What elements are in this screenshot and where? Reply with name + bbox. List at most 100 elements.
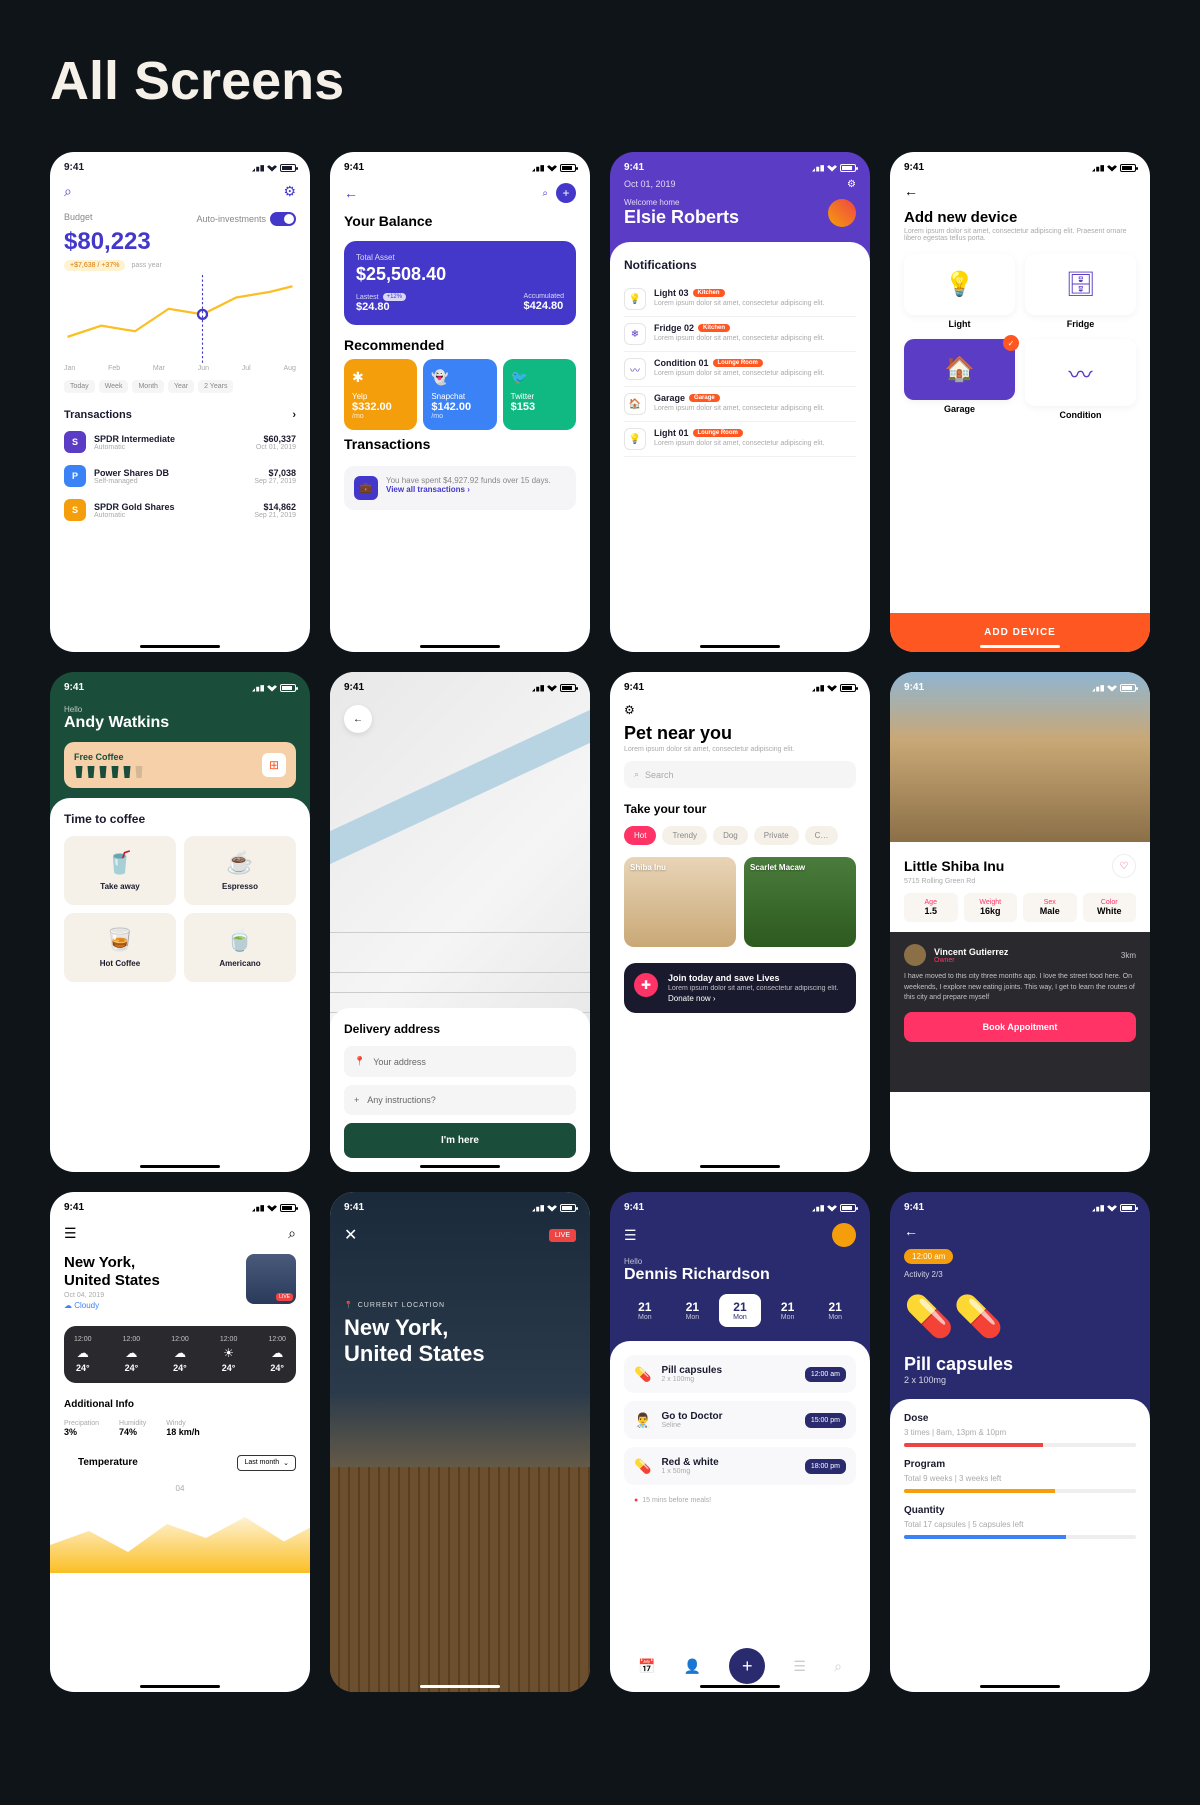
screen-pet-detail: 9:41 Little Shiba Inu♡ 5715 Rolling Gree… xyxy=(890,672,1150,1172)
chip-today[interactable]: Today xyxy=(64,380,95,393)
pet-card[interactable]: Scarlet Macaw xyxy=(744,857,856,947)
instructions-input[interactable]: +Any instructions? xyxy=(344,1085,576,1115)
city-thumbnail[interactable]: LIVE xyxy=(246,1254,296,1304)
hourly-forecast[interactable]: 12:00☁24°12:00☁24°12:00☁24°12:00☀24°12:0… xyxy=(64,1326,296,1383)
filter-tab[interactable]: Private xyxy=(754,826,799,845)
wallet-icon: 💼 xyxy=(354,476,378,500)
filter-tab[interactable]: Hot xyxy=(624,826,656,845)
coffee-card[interactable]: 🥃Hot Coffee xyxy=(64,913,176,982)
screen-balance: 9:41 ← ⌕+ Your Balance Total Asset $25,5… xyxy=(330,152,590,652)
chip-2years[interactable]: 2 Years xyxy=(198,380,233,393)
temperature-chart xyxy=(50,1503,310,1573)
transaction-row[interactable]: SSPDR Gold SharesAutomatic$14,862Sep 21,… xyxy=(50,493,310,527)
settings-icon[interactable]: ⚙ xyxy=(847,179,856,190)
recommendation-card[interactable]: 🐦Twitter$153 xyxy=(503,359,576,430)
day-selector[interactable]: 21Mon xyxy=(767,1294,809,1327)
coffee-card[interactable]: ☕Espresso xyxy=(184,836,296,905)
join-banner[interactable]: ✚ Join today and save LivesLorem ipsum d… xyxy=(624,963,856,1013)
close-icon[interactable]: ✕ xyxy=(344,1225,357,1245)
promo-card[interactable]: Free Coffee ⊞ xyxy=(64,742,296,788)
filter-tab[interactable]: Dog xyxy=(713,826,748,845)
menu-icon[interactable]: ☰ xyxy=(64,1225,77,1242)
view-all-link[interactable]: View all transactions › xyxy=(386,485,551,494)
day-selector[interactable]: 21Mon xyxy=(814,1294,856,1327)
device-card[interactable]: 〰 xyxy=(1025,339,1136,406)
screen-medical: 9:41 ☰ Hello Dennis Richardson 21Mon21Mo… xyxy=(610,1192,870,1692)
back-icon[interactable]: ← xyxy=(344,185,358,201)
device-card[interactable]: 🗄 xyxy=(1025,254,1136,315)
metric-row: QuantityTotal 17 capsules | 5 capsules l… xyxy=(904,1505,1136,1539)
donate-link[interactable]: Donate now › xyxy=(668,994,838,1003)
day-selector[interactable]: 21Mon xyxy=(719,1294,761,1327)
search-icon[interactable]: ⌕ xyxy=(834,1658,842,1675)
pets-title: Pet near you xyxy=(610,721,870,746)
recommendation-card[interactable]: ✱Yelp$332.00/mo xyxy=(344,359,417,430)
address-input[interactable]: 📍Your address xyxy=(344,1046,576,1077)
pet-stat: SexMale xyxy=(1023,893,1077,922)
coffee-card[interactable]: 🍵Americano xyxy=(184,913,296,982)
transaction-row[interactable]: SSPDR IntermediateAutomatic$60,337Oct 01… xyxy=(50,425,310,459)
chevron-right-icon[interactable]: › xyxy=(292,409,296,421)
filter-icon[interactable]: ⚙ xyxy=(283,183,296,200)
calendar-icon[interactable]: 📅 xyxy=(638,1658,655,1675)
screens-grid: 9:41 ⌕ ⚙ Budget Auto-investments $80,223… xyxy=(50,152,1150,1692)
menu-icon[interactable]: ☰ xyxy=(624,1227,637,1244)
search-icon[interactable]: ⌕ xyxy=(288,1225,296,1242)
owner-avatar[interactable] xyxy=(904,944,926,966)
transactions-title: Transactions xyxy=(64,409,132,421)
date-label: Oct 01, 2019 xyxy=(624,179,676,190)
avatar[interactable] xyxy=(828,199,856,227)
period-dropdown[interactable]: Last month⌄ xyxy=(237,1455,296,1471)
search-icon[interactable]: ⌕ xyxy=(64,183,72,200)
screen-weather: 9:41 ☰⌕ New York,United StatesOct 04, 20… xyxy=(50,1192,310,1692)
coffee-card[interactable]: 🥤Take away xyxy=(64,836,176,905)
im-here-button[interactable]: I'm here xyxy=(344,1123,576,1158)
schedule-item[interactable]: 💊Red & white1 x 50mg18:00 pm xyxy=(624,1447,856,1485)
back-icon[interactable]: ← xyxy=(890,179,1150,203)
pill-image: 💊💊 xyxy=(890,1279,1150,1354)
chip-week[interactable]: Week xyxy=(99,380,129,393)
profile-icon[interactable]: 👤 xyxy=(684,1658,701,1675)
add-button[interactable]: + xyxy=(729,1648,765,1684)
metric-row: Dose3 times | 8am, 13pm & 10pm xyxy=(904,1413,1136,1447)
notification-item[interactable]: 〰Condition 01Lounge RoomLorem ipsum dolo… xyxy=(624,352,856,387)
notification-item[interactable]: ❄Fridge 02KitchenLorem ipsum dolor sit a… xyxy=(624,317,856,352)
back-icon[interactable]: ← xyxy=(890,1219,1150,1243)
bottom-nav: 📅 👤 + ☰ ⌕ xyxy=(610,1648,870,1684)
book-button[interactable]: Book Appoitment xyxy=(904,1012,1136,1042)
filter-tab[interactable]: Trendy xyxy=(662,826,707,845)
pet-stat: Age1.5 xyxy=(904,893,958,922)
filter-icon[interactable]: ⚙ xyxy=(610,699,870,721)
balance-card[interactable]: Total Asset $25,508.40 Lastest+12%$24.80… xyxy=(344,241,576,325)
day-selector[interactable]: 21Mon xyxy=(672,1294,714,1327)
filter-tab[interactable]: C… xyxy=(805,826,839,845)
schedule-item[interactable]: 👨‍⚕️Go to DoctorSeline15:00 pm xyxy=(624,1401,856,1439)
device-card[interactable]: ✓🏠 xyxy=(904,339,1015,400)
page-title: All Screens xyxy=(50,50,1150,112)
transactions-title: Transactions xyxy=(330,430,590,458)
recommendation-card[interactable]: 👻Snapchat$142.00/mo xyxy=(423,359,496,430)
back-button[interactable]: ← xyxy=(344,705,372,733)
notification-item[interactable]: 🏠GarageGarageLorem ipsum dolor sit amet,… xyxy=(624,387,856,422)
auto-invest-toggle[interactable] xyxy=(270,212,296,226)
chip-month[interactable]: Month xyxy=(132,380,163,393)
user-name: Dennis Richardson xyxy=(610,1266,870,1294)
transactions-box[interactable]: 💼 You have spent $4,927.92 funds over 15… xyxy=(344,466,576,510)
list-icon[interactable]: ☰ xyxy=(793,1658,806,1675)
status-bar: 9:41 xyxy=(50,152,310,179)
pet-card[interactable]: Shiba Inu xyxy=(624,857,736,947)
transaction-row[interactable]: PPower Shares DBSelf-managed$7,038Sep 27… xyxy=(50,459,310,493)
search-icon[interactable]: ⌕ xyxy=(542,188,548,199)
device-card[interactable]: 💡 xyxy=(904,254,1015,315)
notification-item[interactable]: 💡Light 01Lounge RoomLorem ipsum dolor si… xyxy=(624,422,856,457)
avatar[interactable] xyxy=(832,1223,856,1247)
schedule-item[interactable]: 💊Pill capsules2 x 100mg12:00 am xyxy=(624,1355,856,1393)
day-selector[interactable]: 21Mon xyxy=(624,1294,666,1327)
add-button[interactable]: + xyxy=(556,183,576,203)
metric-row: ProgramTotal 9 weeks | 3 weeks left xyxy=(904,1459,1136,1493)
chip-year[interactable]: Year xyxy=(168,380,194,393)
favorite-button[interactable]: ♡ xyxy=(1112,854,1136,878)
qr-icon[interactable]: ⊞ xyxy=(262,753,286,777)
search-input[interactable]: ⌕Search xyxy=(624,761,856,788)
notification-item[interactable]: 💡Light 03KitchenLorem ipsum dolor sit am… xyxy=(624,282,856,317)
